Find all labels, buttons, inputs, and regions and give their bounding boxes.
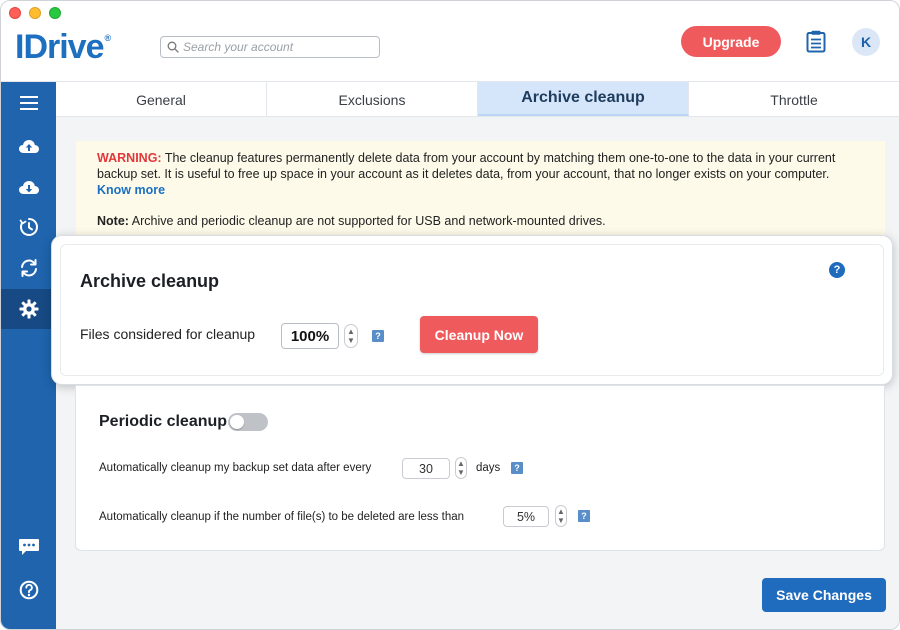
archive-help-icon[interactable]: ?	[829, 262, 845, 278]
tab-exclusions[interactable]: Exclusions	[267, 82, 478, 116]
search-box[interactable]	[160, 36, 380, 58]
chevron-down-icon[interactable]: ▼	[457, 468, 465, 477]
cloud-download-icon	[18, 181, 39, 194]
logo-registered-mark: ®	[104, 33, 112, 43]
note-body: Archive and periodic cleanup are not sup…	[128, 214, 606, 228]
title-bar: IDrive ® Upgrade K	[1, 1, 899, 82]
cleanup-percent-field[interactable]: 100%	[281, 323, 339, 349]
main-content: WARNING: The cleanup features permanentl…	[51, 117, 899, 629]
zoom-window-button[interactable]	[49, 7, 61, 19]
periodic-days-help-icon[interactable]: ?	[511, 462, 523, 474]
warning-text: WARNING: The cleanup features permanentl…	[97, 150, 864, 198]
sidebar	[1, 82, 56, 629]
files-considered-label: Files considered for cleanup	[80, 326, 256, 342]
periodic-days-unit: days	[476, 462, 501, 474]
tab-throttle[interactable]: Throttle	[689, 82, 899, 116]
chevron-down-icon[interactable]: ▼	[347, 336, 355, 345]
search-icon	[167, 41, 179, 53]
save-changes-button[interactable]: Save Changes	[762, 578, 886, 612]
warning-label: WARNING:	[97, 151, 162, 165]
logo-wordmark: IDrive	[15, 27, 104, 66]
sidebar-item-chat[interactable]	[1, 527, 56, 567]
gear-icon	[19, 299, 38, 319]
tab-general[interactable]: General	[56, 82, 267, 116]
chevron-up-icon[interactable]: ▲	[557, 507, 565, 516]
periodic-cleanup-title: Periodic cleanup	[99, 413, 228, 430]
chat-icon	[18, 539, 39, 555]
sidebar-item-settings[interactable]	[1, 289, 56, 329]
toggle-knob	[230, 415, 244, 429]
minimize-window-button[interactable]	[29, 7, 41, 19]
chevron-up-icon[interactable]: ▲	[347, 327, 355, 336]
sync-icon	[20, 259, 37, 277]
sidebar-item-backup[interactable]	[1, 126, 56, 166]
cloud-upload-icon	[18, 140, 39, 153]
warning-body: The cleanup features permanently delete …	[97, 151, 836, 181]
cleanup-now-button[interactable]: Cleanup Now	[420, 316, 538, 353]
search-input[interactable]	[183, 40, 373, 54]
periodic-days-stepper[interactable]: ▲ ▼	[455, 457, 467, 479]
archive-cleanup-inner	[60, 244, 884, 376]
idrive-logo: IDrive ®	[15, 27, 111, 67]
note-label: Note:	[97, 214, 129, 228]
clipboard-icon[interactable]	[806, 30, 826, 53]
upgrade-button[interactable]: Upgrade	[681, 26, 781, 57]
periodic-files-field[interactable]: 5%	[503, 506, 549, 527]
archive-cleanup-card: Archive cleanup ? Files considered for c…	[51, 235, 893, 385]
menu-icon	[19, 96, 38, 110]
avatar[interactable]: K	[852, 28, 880, 56]
periodic-days-field[interactable]: 30	[402, 458, 450, 479]
sidebar-item-help[interactable]	[1, 570, 56, 610]
files-help-icon[interactable]: ?	[372, 330, 384, 342]
chevron-up-icon[interactable]: ▲	[457, 459, 465, 468]
sidebar-item-scheduler[interactable]	[1, 207, 56, 247]
sidebar-item-restore[interactable]	[1, 167, 56, 207]
sidebar-item-menu[interactable]	[1, 83, 56, 123]
know-more-link[interactable]: Know more	[97, 183, 165, 197]
close-window-button[interactable]	[9, 7, 21, 19]
chevron-down-icon[interactable]: ▼	[557, 516, 565, 525]
periodic-files-label: Automatically cleanup if the number of f…	[99, 511, 465, 523]
clock-icon	[19, 218, 38, 236]
tab-archive-cleanup[interactable]: Archive cleanup	[478, 82, 689, 116]
periodic-cleanup-card: Periodic cleanup Automatically cleanup m…	[75, 385, 885, 551]
periodic-files-stepper[interactable]: ▲ ▼	[555, 505, 567, 527]
cleanup-percent-stepper[interactable]: ▲ ▼	[344, 324, 358, 348]
periodic-days-label: Automatically cleanup my backup set data…	[99, 462, 372, 474]
periodic-cleanup-toggle[interactable]	[228, 413, 268, 431]
sidebar-item-sync[interactable]	[1, 248, 56, 288]
help-icon	[19, 580, 38, 600]
note-text: Note: Archive and periodic cleanup are n…	[97, 213, 864, 229]
warning-banner: WARNING: The cleanup features permanentl…	[76, 141, 885, 236]
periodic-files-help-icon[interactable]: ?	[578, 510, 590, 522]
settings-tabs: General Exclusions Archive cleanup Throt…	[56, 82, 899, 117]
archive-cleanup-title: Archive cleanup	[80, 271, 220, 291]
app-window: IDrive ® Upgrade K	[0, 0, 900, 630]
